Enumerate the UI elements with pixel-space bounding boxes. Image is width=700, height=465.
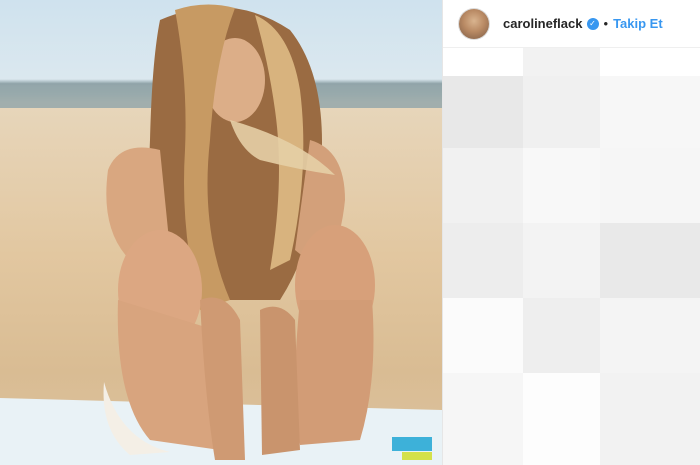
comments-area-obscured: [443, 48, 700, 465]
photo-illustration: [0, 4, 442, 465]
username-link[interactable]: carolineflack: [503, 16, 583, 31]
avatar[interactable]: [459, 8, 489, 39]
verified-badge-icon: ✓: [586, 17, 599, 30]
separator-dot: •: [603, 16, 609, 31]
follow-button[interactable]: Takip Et: [613, 16, 663, 31]
post-header: carolineflack ✓ • Takip Et: [443, 0, 700, 48]
post-photo[interactable]: [0, 0, 442, 465]
